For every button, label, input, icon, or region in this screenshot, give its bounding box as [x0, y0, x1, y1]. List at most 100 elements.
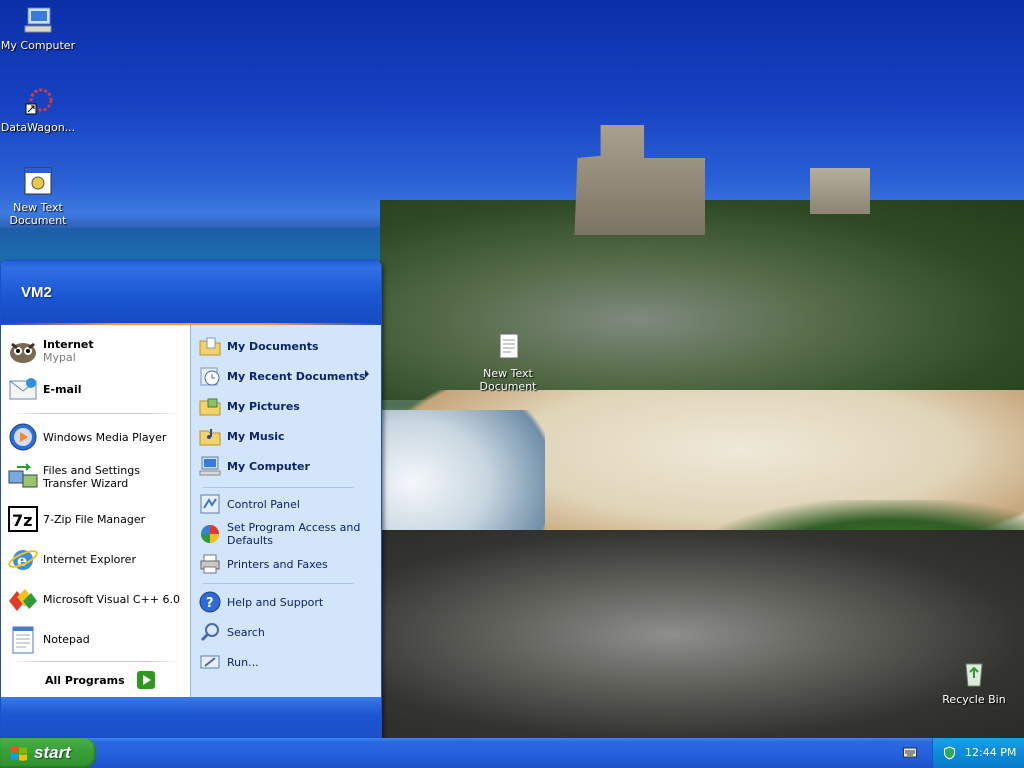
- place-my-recent-documents[interactable]: My Recent Documents: [199, 365, 377, 387]
- start-menu-right-pane: My Documents My Recent Documents My Pict…: [190, 325, 381, 697]
- desktop-icon-datawagon[interactable]: DataWagon...: [0, 86, 76, 134]
- taskbar: start 12:44 PM: [0, 738, 1024, 768]
- help-label: Run...: [227, 655, 259, 669]
- program-label: Windows Media Player: [43, 430, 167, 444]
- pinned-email[interactable]: E-mail: [7, 373, 187, 405]
- right-separator: [203, 487, 353, 488]
- place-label: My Pictures: [227, 399, 300, 413]
- recent-program-visual-cpp[interactable]: Microsoft Visual C++ 6.0: [7, 583, 187, 615]
- place-label: My Documents: [227, 339, 319, 353]
- program-label: 7-Zip File Manager: [43, 512, 146, 526]
- help-label: Search: [227, 625, 265, 639]
- system-program-defaults[interactable]: Set Program Access and Defaults: [199, 521, 377, 547]
- folder-music-icon: [199, 425, 221, 447]
- pinned-title: E-mail: [43, 382, 82, 396]
- all-programs-button[interactable]: All Programs: [45, 671, 155, 689]
- pinned-subtitle: Mypal: [43, 351, 76, 364]
- desktop-icon-label: My Computer: [0, 39, 76, 52]
- desktop-icon-new-text-document-2[interactable]: New Text Document: [470, 332, 546, 393]
- place-my-documents[interactable]: My Documents: [199, 335, 377, 357]
- desktop-icon-label: DataWagon...: [0, 121, 76, 134]
- recent-documents-icon: [199, 365, 221, 387]
- svg-text:7z: 7z: [12, 511, 32, 530]
- windows-media-player-icon: [7, 421, 39, 453]
- internet-explorer-icon: e: [7, 543, 39, 575]
- start-menu: VM2 Internet Mypal E-mail Windows Media P…: [0, 260, 382, 741]
- green-arrow-icon: [136, 671, 155, 689]
- security-shield-icon[interactable]: [943, 746, 956, 760]
- system-label: Printers and Faxes: [227, 557, 328, 571]
- folder-documents-icon: [199, 335, 221, 357]
- desktop-icon-label: New Text Document: [479, 367, 537, 393]
- my-computer-icon: [22, 4, 54, 36]
- start-menu-footer: [1, 697, 381, 740]
- program-defaults-icon: [199, 523, 221, 545]
- place-my-pictures[interactable]: My Pictures: [199, 395, 377, 417]
- program-label: Notepad: [43, 632, 90, 646]
- notepad-icon: [7, 623, 39, 655]
- system-printers-and-faxes[interactable]: Printers and Faxes: [199, 553, 377, 575]
- recent-program-notepad[interactable]: Notepad: [7, 623, 187, 655]
- program-label: Microsoft Visual C++ 6.0: [43, 592, 180, 606]
- desktop-icon-new-text-document[interactable]: New Text Document: [0, 166, 76, 227]
- place-my-music[interactable]: My Music: [199, 425, 377, 447]
- chevron-right-icon: [365, 370, 369, 378]
- control-panel-icon: [199, 493, 221, 515]
- place-label: My Computer: [227, 459, 310, 473]
- all-programs-label: All Programs: [45, 673, 125, 687]
- pinned-internet[interactable]: Internet Mypal: [7, 335, 187, 367]
- program-label: Internet Explorer: [43, 552, 136, 566]
- datawagon-shortcut-icon: [22, 86, 54, 118]
- place-my-computer[interactable]: My Computer: [199, 455, 377, 477]
- left-separator: [11, 413, 179, 414]
- help-and-support[interactable]: ? Help and Support: [199, 591, 377, 613]
- desktop-icon-my-computer[interactable]: My Computer: [0, 4, 76, 52]
- system-label: Set Program Access and Defaults: [227, 521, 361, 547]
- visual-cpp-icon: [7, 583, 39, 615]
- start-button[interactable]: start: [0, 738, 96, 768]
- help-label: Help and Support: [227, 595, 324, 609]
- start-menu-header: VM2: [1, 261, 381, 325]
- recent-program-internet-explorer[interactable]: e Internet Explorer: [7, 543, 187, 575]
- wallpaper-rocks: [380, 530, 1024, 738]
- printer-icon: [199, 553, 221, 575]
- text-document-icon: [22, 166, 54, 198]
- help-icon: ?: [199, 591, 221, 613]
- 7zip-icon: 7z: [7, 503, 39, 535]
- pinned-title: Internet: [43, 338, 94, 351]
- user-name: VM2: [21, 284, 52, 301]
- wallpaper-ruin-small: [810, 168, 870, 214]
- keyboard-icon[interactable]: [903, 745, 917, 759]
- system-control-panel[interactable]: Control Panel: [199, 493, 377, 515]
- place-label: My Recent Documents: [227, 369, 366, 383]
- svg-text:?: ?: [206, 596, 214, 611]
- recycle-bin-icon: [958, 658, 990, 690]
- my-computer-icon: [199, 455, 221, 477]
- clock[interactable]: 12:44 PM: [965, 746, 1016, 759]
- wallpaper-ruin: [574, 125, 705, 235]
- right-separator: [203, 583, 353, 584]
- start-label: start: [34, 743, 71, 762]
- system-tray: 12:44 PM: [932, 738, 1024, 768]
- desktop-icon-label: Recycle Bin: [942, 693, 1006, 706]
- text-document-icon: [492, 332, 524, 364]
- email-icon: [7, 373, 39, 405]
- left-separator: [11, 661, 179, 662]
- start-menu-left-pane: Internet Mypal E-mail Windows Media Playe…: [1, 325, 190, 697]
- desktop-icon-recycle-bin[interactable]: Recycle Bin: [936, 658, 1012, 706]
- search[interactable]: Search: [199, 621, 377, 643]
- desktop-icon-label: New Text Document: [9, 201, 67, 227]
- recent-program-windows-media-player[interactable]: Windows Media Player: [7, 421, 187, 453]
- run-icon: [199, 651, 221, 673]
- recent-program-7zip[interactable]: 7z 7-Zip File Manager: [7, 503, 187, 535]
- folder-pictures-icon: [199, 395, 221, 417]
- transfer-wizard-icon: [7, 461, 39, 493]
- system-label: Control Panel: [227, 497, 300, 511]
- place-label: My Music: [227, 429, 285, 443]
- run[interactable]: Run...: [199, 651, 377, 673]
- windows-logo-icon: [11, 746, 27, 761]
- mypal-browser-icon: [7, 335, 39, 367]
- recent-program-transfer-wizard[interactable]: Files and Settings Transfer Wizard: [7, 461, 187, 493]
- search-icon: [199, 621, 221, 643]
- program-label: Files and Settings Transfer Wizard: [43, 464, 140, 490]
